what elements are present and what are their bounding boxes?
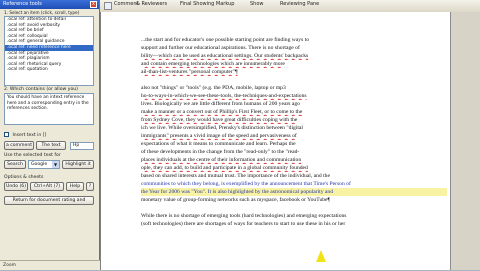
checkbox[interactable] (4, 132, 9, 137)
document-line[interactable]: based on shared interests and mutual tru… (141, 172, 447, 180)
search-engine-select[interactable]: Google ▼ (28, 160, 60, 169)
document-line[interactable]: places individuals at the centre of thei… (141, 156, 447, 164)
text-size-input[interactable]: Hp (70, 142, 94, 150)
list-label: 1. Select an item (click, scroll, type) (4, 10, 80, 15)
document-body[interactable]: ...the start and for educator's one poss… (141, 36, 447, 228)
close-icon[interactable]: x (90, 1, 97, 8)
document-line[interactable]: lives. Biologically we are little differ… (141, 100, 447, 108)
insert-text-checkbox[interactable]: Insert text in [] (4, 132, 46, 138)
document-line[interactable]: ich we live. While oversimplified, Prens… (141, 124, 447, 132)
document-line[interactable]: ...the start and for educator's one poss… (141, 36, 447, 44)
chevron-down-icon[interactable]: ▼ (52, 161, 59, 168)
reference-tools-panel: Reference tools x 1. Select an item (cli… (0, 0, 100, 270)
comment-button[interactable]: a comment (4, 141, 34, 150)
document-line[interactable]: bility—which can be used as educational … (141, 52, 447, 60)
toolbar-reviewing-pane[interactable]: Reviewing Pane (280, 1, 319, 7)
mouse-cursor-icon (316, 250, 326, 262)
toolbar-final-markup[interactable]: Final Showing Markup (180, 1, 234, 7)
panel-title: Reference tools (0, 0, 99, 9)
document-line[interactable]: communities to which they belong, is exe… (141, 180, 447, 188)
search-engine-value: Google (31, 162, 48, 167)
text-button[interactable]: The text (36, 141, 66, 150)
info-label: 2. Which contains (or allow you) (4, 87, 78, 92)
checkbox-label: Insert text in [] (12, 133, 47, 138)
comment-icon[interactable] (104, 2, 112, 10)
document-line[interactable]: the Year for 2006 was "You". It is also … (141, 188, 447, 196)
reference-listbox[interactable]: .ocal ref: attention to detail .ocal ref:… (4, 16, 94, 86)
ctrl-alt-button[interactable]: Ctrl+Alt (7) (30, 182, 64, 191)
document-line[interactable]: immigrants" presents a vivid image of th… (141, 132, 447, 140)
info-text: You should have an intext reference here… (4, 93, 94, 125)
document-line[interactable]: from Sydney Cove, they would have great … (141, 116, 447, 124)
document-line[interactable]: ople, they can add, to build and partici… (141, 164, 447, 172)
toolbar-reviewers[interactable]: & Reviewers (136, 1, 167, 7)
status-bar: Zoom (0, 260, 100, 270)
document-page[interactable]: ...the start and for educator's one poss… (100, 12, 451, 270)
document-line[interactable]: (soft technologies) there are shortages … (141, 220, 447, 228)
document-line[interactable]: make a manner or a convert out of Philli… (141, 108, 447, 116)
toolbar-show[interactable]: Show (250, 1, 264, 7)
search-button[interactable]: Search (4, 160, 26, 169)
options-label: Options & sheets (4, 175, 44, 180)
list-item[interactable]: .ocal ref: quotation (5, 67, 93, 73)
document-line[interactable]: expectations of what it means to communi… (141, 140, 447, 148)
document-line[interactable]: support and further our educational aspi… (141, 44, 447, 52)
undo-button[interactable]: Undo (6) (4, 182, 28, 191)
document-line[interactable]: ail-than-list-ventures "personal compute… (141, 68, 447, 76)
return-button[interactable]: Return for document rating and (4, 196, 94, 205)
document-line[interactable]: ho-to-ways-in-which-we-see-these-tools, … (141, 92, 447, 100)
help-button[interactable]: Help (66, 182, 84, 191)
document-line[interactable]: and contain emerging technologies which … (141, 60, 447, 68)
document-line[interactable]: While there is no shortage of emerging t… (141, 212, 447, 220)
document-line[interactable]: monetary value of group-forming networks… (141, 196, 447, 204)
vertical-scrollbar[interactable] (450, 12, 480, 270)
use-text-label: Use the selected text for (4, 153, 61, 158)
fold-button[interactable]: ? (86, 182, 94, 191)
highlight-button[interactable]: Highlight it (62, 160, 94, 169)
toolbar-comment[interactable]: Comment (114, 1, 139, 7)
document-line[interactable]: of these developments in the change from… (141, 148, 447, 156)
document-line[interactable]: also not "things" or "tools" (e.g. the P… (141, 84, 447, 92)
